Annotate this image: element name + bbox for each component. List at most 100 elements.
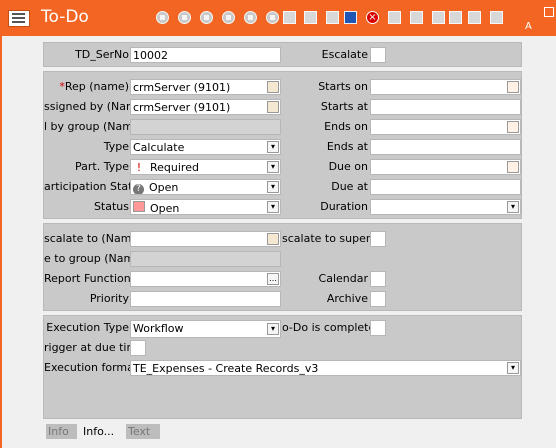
escalate-checkbox[interactable] <box>370 47 386 63</box>
starts-on-label: Starts on <box>318 80 368 93</box>
dropdown-icon[interactable]: ▾ <box>267 323 279 335</box>
question-icon: ? <box>133 184 144 194</box>
part-type-label: Part. Type <box>75 160 129 173</box>
first-icon[interactable] <box>156 11 169 24</box>
rep-field[interactable]: crmServer (9101) <box>130 79 281 95</box>
main-details-panel: *Rep (name) crmServer (9101) ssigned by … <box>43 71 522 219</box>
back-icon[interactable] <box>200 11 213 24</box>
calendar-label: Calendar <box>318 272 368 285</box>
report-function-field[interactable]: … <box>130 271 281 287</box>
next-icon[interactable] <box>244 11 257 24</box>
dropdown-icon[interactable]: ▾ <box>267 161 279 173</box>
copy-icon[interactable] <box>326 11 339 24</box>
duration-select[interactable]: ▾ <box>370 199 521 215</box>
type-label: Type <box>103 140 129 153</box>
part-type-select[interactable]: ! Required ▾ <box>130 159 281 175</box>
ends-at-label: Ends at <box>326 140 368 153</box>
execution-panel: Execution Type Workflow ▾ o-Do is complet… <box>43 315 522 419</box>
dropdown-icon[interactable]: ▾ <box>267 181 279 193</box>
assigned-by-label: ssigned by (Name) <box>44 100 148 113</box>
group-label: l by group (Name) <box>44 120 145 133</box>
archive-label: Archive <box>326 292 368 305</box>
title-bar: To-Do × A <box>0 0 556 36</box>
last-icon[interactable] <box>266 11 279 24</box>
starts-at-label: Starts at <box>320 100 368 113</box>
participation-status-select[interactable]: ? Open ▾ <box>130 179 281 195</box>
assigned-by-field[interactable]: crmServer (9101) <box>130 99 281 115</box>
search-icon[interactable] <box>410 11 423 24</box>
dropdown-icon[interactable]: ▾ <box>267 141 279 153</box>
previous-icon[interactable] <box>178 11 191 24</box>
dropdown-icon[interactable]: ▾ <box>267 201 279 213</box>
left-accent-bar <box>0 36 2 448</box>
ends-at-field[interactable] <box>370 139 521 155</box>
duration-label: Duration <box>320 200 368 213</box>
report-function-label: Report Function <box>44 272 131 285</box>
execution-type-select[interactable]: Workflow ▾ <box>130 320 281 338</box>
archive-checkbox[interactable] <box>370 291 386 307</box>
tab-info-more[interactable]: Info... <box>81 424 121 439</box>
type-select[interactable]: Calculate ▾ <box>130 139 281 155</box>
delete-icon[interactable]: × <box>366 11 379 24</box>
calendar-checkbox[interactable] <box>370 271 386 287</box>
starts-on-field[interactable] <box>370 79 521 95</box>
escalate-to-field[interactable] <box>130 231 281 247</box>
open-door-icon <box>133 201 145 212</box>
tab-info[interactable]: Info <box>46 424 77 439</box>
escalate-group-field <box>130 251 281 267</box>
attachment-icon[interactable] <box>490 11 503 24</box>
escalation-panel: scalate to (Name) e to group (Name) Repo… <box>43 223 522 311</box>
more-icon[interactable]: … <box>267 273 279 285</box>
close-icon[interactable] <box>468 11 481 24</box>
ends-on-label: Ends on <box>324 120 368 133</box>
trigger-checkbox[interactable] <box>130 340 146 356</box>
dropdown-icon[interactable]: ▾ <box>507 362 519 374</box>
ends-on-field[interactable] <box>370 119 521 135</box>
settings-icon[interactable] <box>432 11 445 24</box>
person-lookup-icon[interactable] <box>267 101 279 113</box>
person-lookup-icon[interactable] <box>267 233 279 245</box>
execution-type-label: Execution Type <box>46 321 129 334</box>
td-serno-field[interactable]: 10002 <box>130 47 281 63</box>
escalate-to-label: scalate to (Name) <box>44 232 143 245</box>
grid-icon[interactable] <box>388 11 401 24</box>
due-at-label: Due at <box>331 180 368 193</box>
escalate-superior-label: scalate to superior <box>282 232 385 245</box>
forward-icon[interactable] <box>222 11 235 24</box>
priority-label: Priority <box>89 292 129 305</box>
group-field <box>130 119 281 135</box>
starts-at-field[interactable] <box>370 99 521 115</box>
calendar-icon[interactable] <box>507 81 519 93</box>
exclamation-icon: ! <box>136 161 142 174</box>
serial-panel: TD_SerNo 10002 Escalate <box>43 42 522 67</box>
execution-format-label: Execution format <box>44 361 139 374</box>
status-select[interactable]: Open ▾ <box>130 199 281 215</box>
todo-completed-label: o-Do is completed <box>282 321 383 334</box>
tab-text[interactable]: Text <box>126 424 160 439</box>
person-lookup-icon[interactable] <box>267 81 279 93</box>
save-icon[interactable] <box>344 11 357 24</box>
calendar-icon[interactable] <box>507 121 519 133</box>
new-record-icon[interactable] <box>283 11 296 24</box>
escalate-group-label: e to group (Name) <box>44 252 146 265</box>
due-at-field[interactable] <box>370 179 521 195</box>
print-icon[interactable] <box>449 11 462 24</box>
trigger-label: rigger at due time <box>44 341 144 354</box>
escalate-label: Escalate <box>321 48 368 61</box>
due-on-label: Due on <box>328 160 368 173</box>
participation-status-label: articipation Status <box>44 180 146 193</box>
execution-format-select[interactable]: TE_Expenses - Create Records_v3 ▾ <box>130 360 521 376</box>
priority-field[interactable] <box>130 291 281 307</box>
todo-completed-checkbox[interactable] <box>370 320 386 336</box>
dropdown-icon[interactable]: ▾ <box>507 201 519 213</box>
window-corner-label: A <box>525 21 532 32</box>
escalate-superior-checkbox[interactable] <box>370 231 386 247</box>
status-label: Status <box>93 200 129 213</box>
td-serno-label: TD_SerNo <box>75 48 129 61</box>
calendar-icon[interactable] <box>507 161 519 173</box>
task-list-icon <box>8 10 30 27</box>
app-title: To-Do <box>41 7 89 27</box>
due-on-field[interactable] <box>370 159 521 175</box>
edit-icon[interactable] <box>304 11 317 24</box>
window-control-icon[interactable] <box>544 7 554 17</box>
